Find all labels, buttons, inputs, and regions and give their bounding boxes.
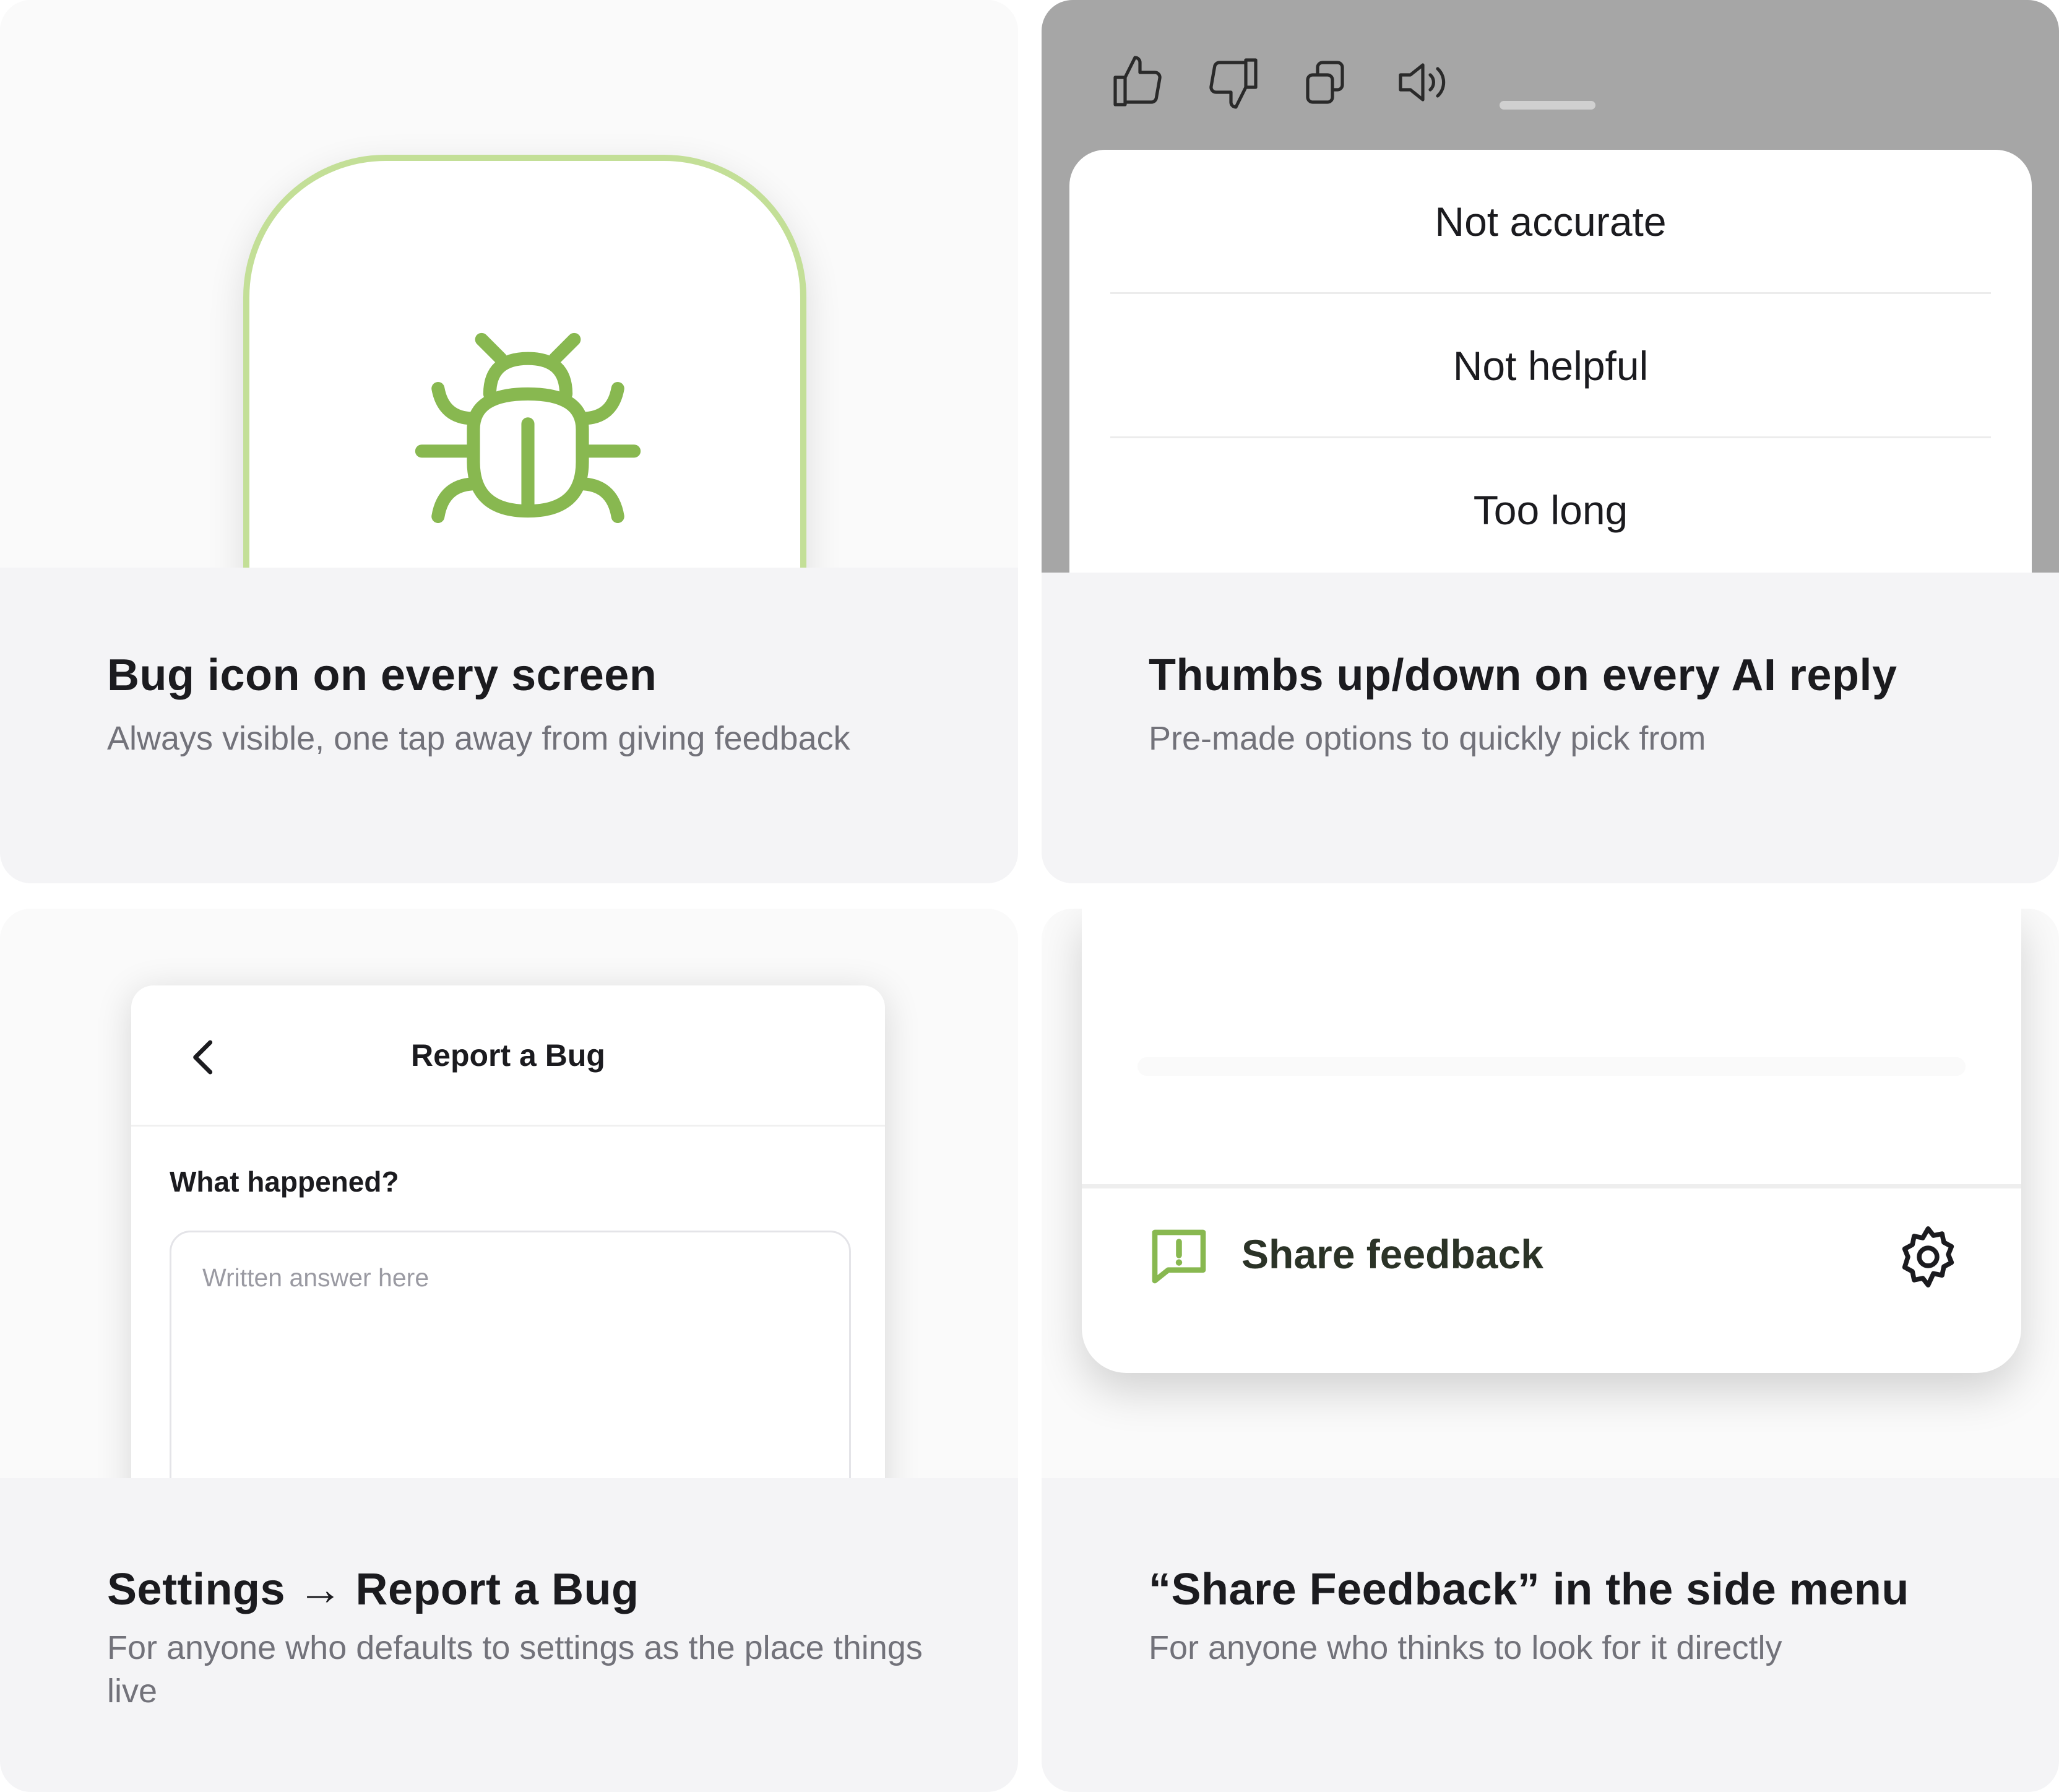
answer-textarea[interactable]: Written answer here — [170, 1231, 851, 1478]
side-menu-visual: Share feedback — [1042, 909, 2059, 1478]
option-too-long[interactable]: Too long — [1069, 438, 2032, 573]
option-not-helpful[interactable]: Not helpful — [1069, 294, 2032, 438]
thumbs-visual: Not accurate Not helpful Too long — [1042, 0, 2059, 573]
copy-icon[interactable] — [1295, 53, 1355, 112]
option-not-accurate[interactable]: Not accurate — [1069, 150, 2032, 293]
card-title: Settings → Report a Bug — [107, 1565, 639, 1614]
speaker-icon[interactable] — [1393, 53, 1453, 112]
menu-placeholder-row — [1137, 1057, 1966, 1076]
share-feedback-item[interactable]: Share feedback — [1241, 1231, 1543, 1278]
card-report-bug: Report a Bug What happened? Written answ… — [0, 909, 1018, 1792]
thumbs-down-icon[interactable] — [1204, 53, 1263, 112]
bug-icon-visual — [0, 0, 1018, 568]
report-bug-visual: Report a Bug What happened? Written answ… — [0, 909, 1018, 1478]
card-thumbs: Not accurate Not helpful Too long Thumbs… — [1042, 0, 2059, 883]
side-menu: Share feedback — [1082, 909, 2021, 1373]
card-subtitle: For anyone who thinks to look for it dir… — [1149, 1629, 1782, 1666]
thumbs-up-icon[interactable] — [1108, 53, 1167, 112]
field-label: What happened? — [170, 1166, 399, 1198]
bug-report-button[interactable] — [243, 155, 806, 568]
card-subtitle: Pre-made options to quickly pick from — [1149, 720, 1706, 757]
card-bug-icon: Bug icon on every screen Always visible,… — [0, 0, 1018, 883]
sheet-drag-handle[interactable] — [1500, 101, 1595, 110]
card-subtitle: For anyone who defaults to settings as t… — [107, 1629, 923, 1710]
card-title: Bug icon on every screen — [107, 651, 657, 700]
card-share-feedback: Share feedback “Share Feedback” in the s… — [1042, 909, 2059, 1792]
feedback-alert-icon — [1152, 1229, 1206, 1284]
card-title: “Share Feedback” in the side menu — [1149, 1565, 1909, 1614]
feedback-options-sheet: Not accurate Not helpful Too long — [1069, 150, 2032, 573]
card-subtitle: Always visible, one tap away from giving… — [107, 720, 850, 757]
card-title: Thumbs up/down on every AI reply — [1149, 651, 1897, 700]
divider — [1082, 1184, 2021, 1188]
textarea-placeholder: Written answer here — [202, 1263, 429, 1292]
gear-icon[interactable] — [1893, 1221, 1964, 1292]
screen-header: Report a Bug — [131, 985, 885, 1127]
screen-title: Report a Bug — [411, 1037, 605, 1073]
bug-icon — [415, 332, 641, 523]
report-bug-screen: Report a Bug What happened? Written answ… — [131, 985, 885, 1478]
